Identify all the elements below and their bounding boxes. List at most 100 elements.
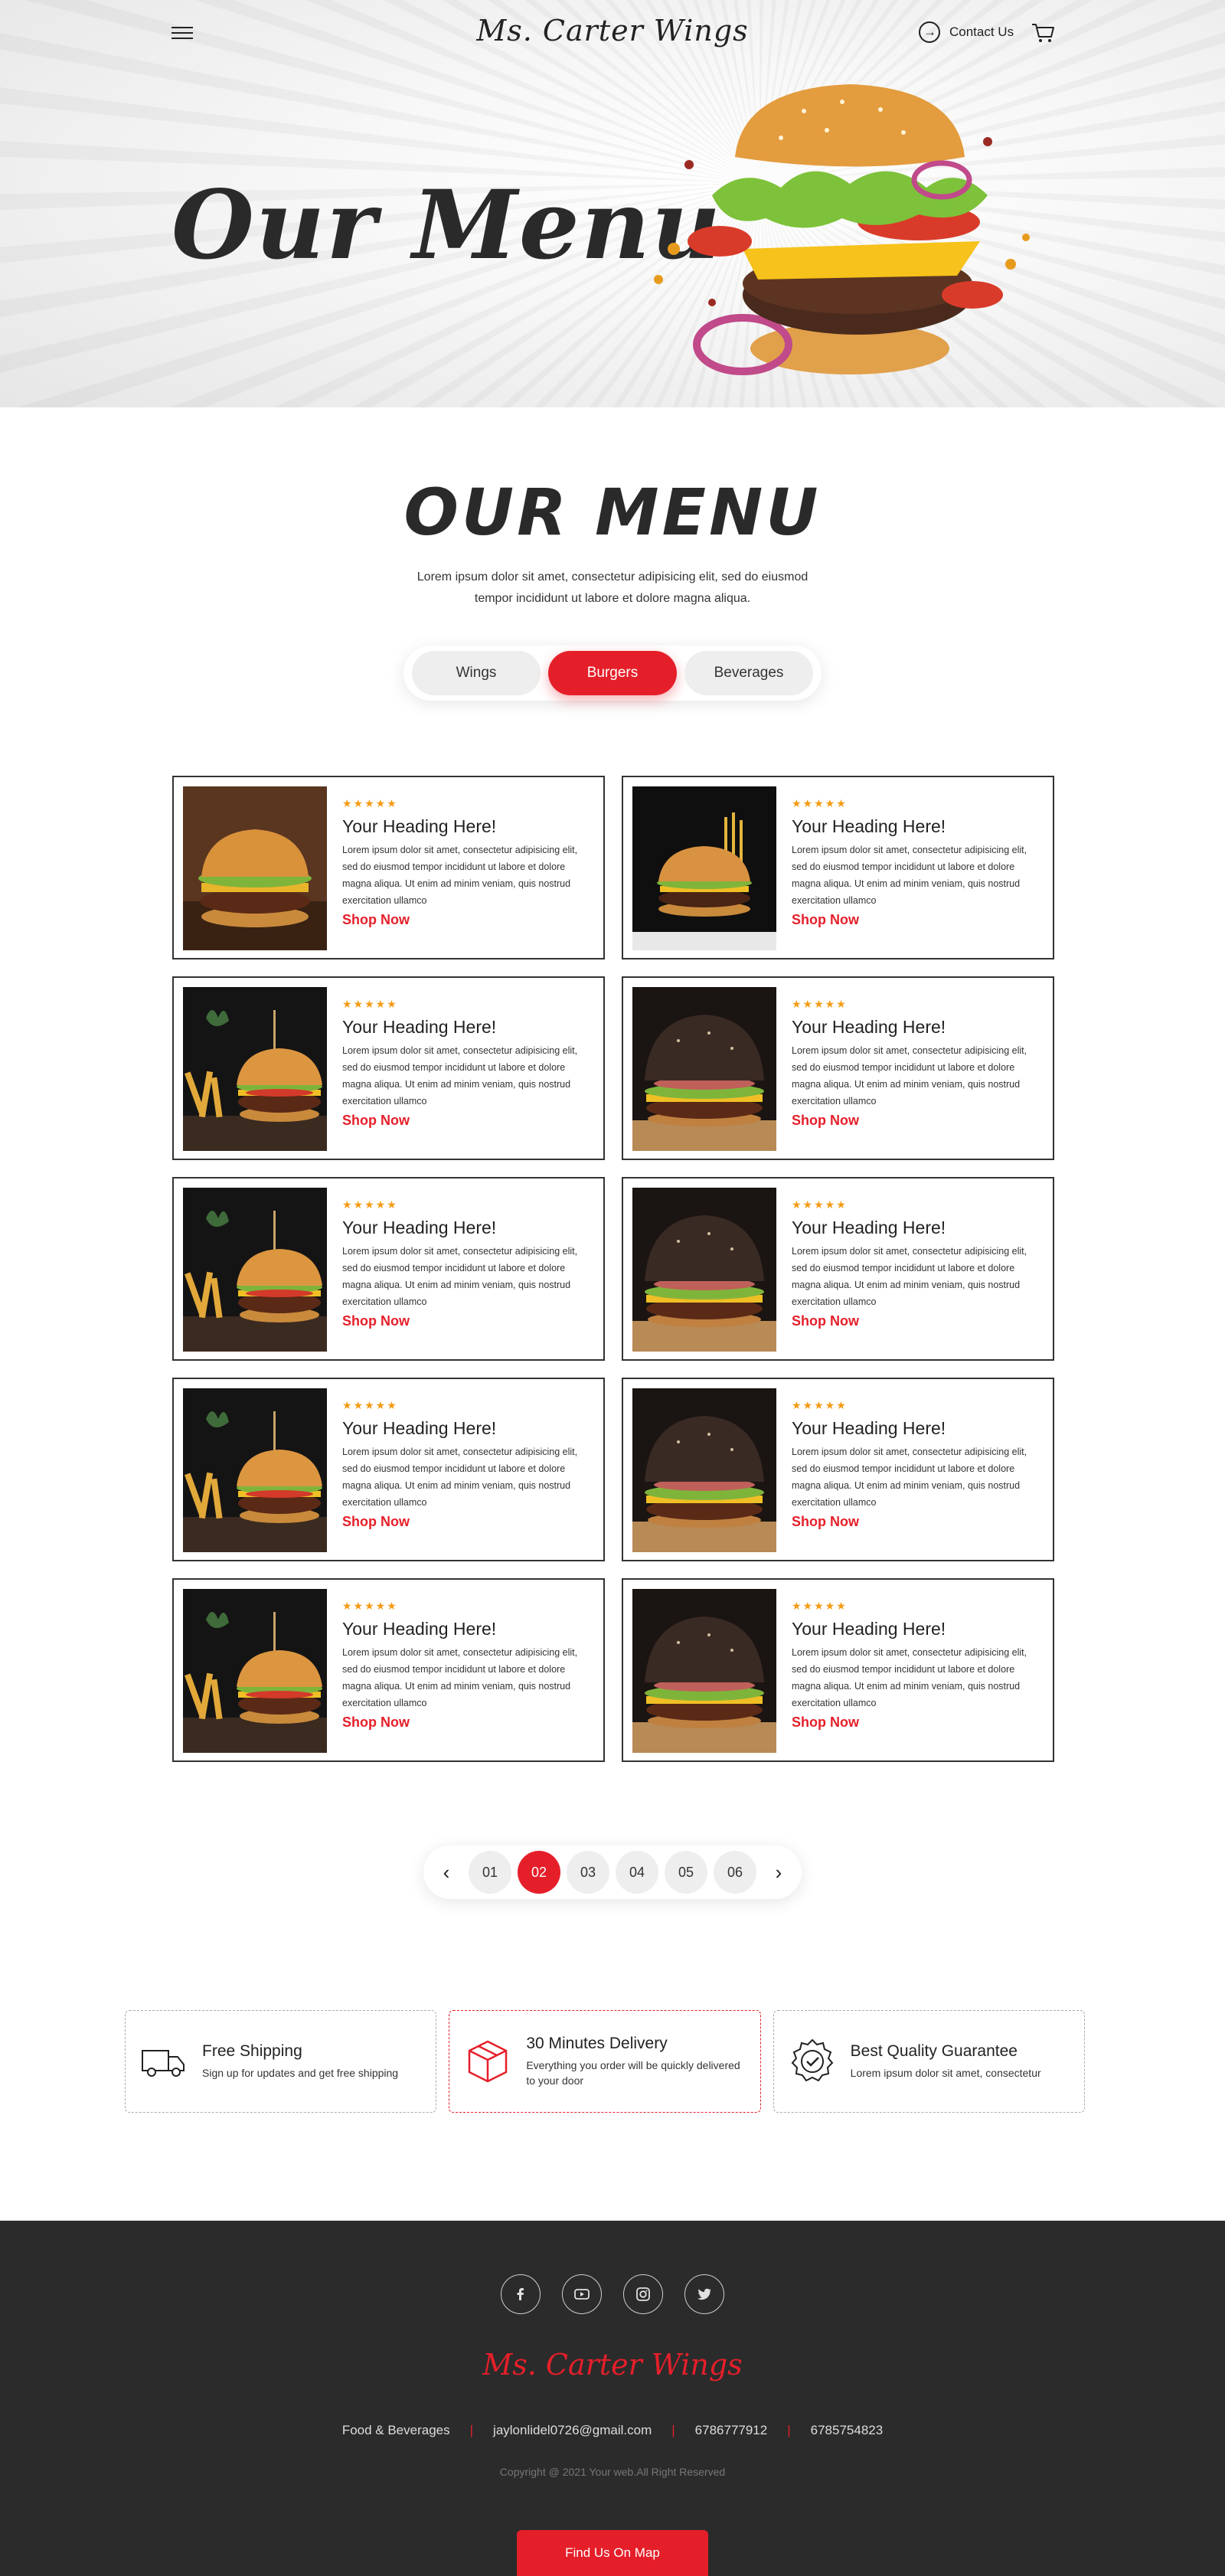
box-icon — [469, 2040, 508, 2083]
card-heading: Your Heading Here! — [342, 1619, 497, 1639]
feature-30-minutes-delivery: 30 Minutes Delivery Everything you order… — [449, 2010, 761, 2113]
separator: | — [469, 2423, 474, 2437]
page-button-04[interactable]: 04 — [616, 1851, 658, 1894]
top-nav: Ms. Carter Wings Contact Us — [0, 0, 1225, 69]
page-button-06[interactable]: 06 — [714, 1851, 756, 1894]
footer-logo[interactable]: Ms. Carter Wings — [0, 2348, 1225, 2381]
menu-card: ★★★★★ Your Heading Here! Lorem ipsum dolor… — [172, 776, 605, 959]
burger-photo-a[interactable] — [183, 786, 327, 950]
burger-photo-c[interactable] — [183, 1188, 327, 1352]
card-description: Lorem ipsum dolor sit amet, consectetur … — [342, 1647, 578, 1708]
footer-phone-2[interactable]: 6785754823 — [811, 2423, 884, 2438]
star-rating-icon: ★★★★★ — [342, 998, 398, 1010]
card-description: Lorem ipsum dolor sit amet, consectetur … — [342, 845, 578, 906]
cart-icon[interactable] — [1031, 20, 1057, 46]
star-rating-icon: ★★★★★ — [792, 797, 848, 809]
menu-grid: ★★★★★ Your Heading Here! Lorem ipsum dolor… — [172, 776, 1054, 1762]
shop-now-link[interactable]: Shop Now — [342, 1715, 410, 1731]
menu-card: ★★★★★ Your Heading Here! Lorem ipsum dolor… — [622, 1578, 1054, 1762]
next-page-chevron-right-icon[interactable]: › — [763, 1852, 795, 1892]
burger-photo-c[interactable] — [183, 1589, 327, 1753]
contact-us-link[interactable]: Contact Us — [919, 21, 1014, 43]
shop-now-link[interactable]: Shop Now — [342, 1113, 410, 1129]
footer-phone-1[interactable]: 6786777912 — [695, 2423, 768, 2438]
feature-description: Lorem ipsum dolor sit amet, consectetur — [850, 2067, 1041, 2079]
burger-photo-d[interactable] — [632, 1589, 776, 1753]
star-rating-icon: ★★★★★ — [342, 1399, 398, 1411]
card-heading: Your Heading Here! — [342, 1017, 497, 1037]
star-rating-icon: ★★★★★ — [792, 1600, 848, 1612]
card-body: ★★★★★ Your Heading Here! Lorem ipsum dolor… — [342, 1188, 594, 1350]
page-button-01[interactable]: 01 — [469, 1851, 511, 1894]
burger-photo-c[interactable] — [183, 1388, 327, 1552]
shop-now-link[interactable]: Shop Now — [342, 1514, 410, 1530]
tab-burgers[interactable]: Burgers — [548, 651, 677, 695]
menu-section-title: OUR MENU — [403, 475, 822, 550]
page-button-03[interactable]: 03 — [567, 1851, 609, 1894]
page-button-02[interactable]: 02 — [518, 1851, 560, 1894]
card-heading: Your Heading Here! — [792, 1218, 946, 1237]
feature-title: 30 Minutes Delivery — [526, 2035, 668, 2052]
pagination: ‹ 01 02 03 04 05 06 › — [423, 1845, 802, 1899]
twitter-icon[interactable] — [684, 2274, 724, 2314]
feature-description: Everything you order will be quickly del… — [526, 2059, 740, 2087]
card-body: ★★★★★ Your Heading Here! Lorem ipsum dolor… — [342, 1388, 594, 1551]
youtube-icon[interactable] — [562, 2274, 602, 2314]
burger-photo-d[interactable] — [632, 1388, 776, 1552]
footer-contacts: Food & Beverages | jaylonlidel0726@gmail… — [0, 2423, 1225, 2438]
facebook-icon[interactable] — [501, 2274, 541, 2314]
find-us-on-map-button[interactable]: Find Us On Map — [517, 2530, 708, 2576]
card-description: Lorem ipsum dolor sit amet, consectetur … — [792, 1647, 1027, 1708]
burger-photo-d[interactable] — [632, 987, 776, 1151]
separator: | — [671, 2423, 675, 2437]
card-body: ★★★★★ Your Heading Here! Lorem ipsum dolor… — [792, 1388, 1044, 1551]
shop-now-link[interactable]: Shop Now — [342, 1313, 410, 1329]
star-rating-icon: ★★★★★ — [342, 1600, 398, 1612]
shop-now-link[interactable]: Shop Now — [792, 1715, 859, 1731]
page-button-05[interactable]: 05 — [665, 1851, 707, 1894]
burger-photo-b[interactable] — [632, 786, 776, 950]
shop-now-link[interactable]: Shop Now — [342, 912, 410, 928]
instagram-icon[interactable] — [623, 2274, 663, 2314]
shop-now-link[interactable]: Shop Now — [792, 1313, 859, 1329]
feature-title: Free Shipping — [202, 2042, 302, 2060]
shop-now-link[interactable]: Shop Now — [792, 1514, 859, 1530]
separator: | — [787, 2423, 791, 2437]
card-heading: Your Heading Here! — [342, 1418, 497, 1438]
feature-best-quality-guarantee: Best Quality Guarantee Lorem ipsum dolor… — [773, 2010, 1085, 2113]
menu-card: ★★★★★ Your Heading Here! Lorem ipsum dolor… — [172, 1177, 605, 1361]
menu-card: ★★★★★ Your Heading Here! Lorem ipsum dolor… — [172, 1378, 605, 1561]
burger-photo-c[interactable] — [183, 987, 327, 1151]
card-heading: Your Heading Here! — [342, 1218, 497, 1237]
card-body: ★★★★★ Your Heading Here! Lorem ipsum dolor… — [792, 786, 1044, 949]
shop-now-link[interactable]: Shop Now — [792, 912, 859, 928]
star-rating-icon: ★★★★★ — [792, 1399, 848, 1411]
card-description: Lorem ipsum dolor sit amet, consectetur … — [342, 1246, 578, 1307]
card-body: ★★★★★ Your Heading Here! Lorem ipsum dolor… — [342, 987, 594, 1149]
tab-wings[interactable]: Wings — [412, 651, 541, 695]
tab-beverages[interactable]: Beverages — [684, 651, 813, 695]
star-rating-icon: ★★★★★ — [792, 998, 848, 1010]
menu-card: ★★★★★ Your Heading Here! Lorem ipsum dolor… — [622, 1378, 1054, 1561]
card-description: Lorem ipsum dolor sit amet, consectetur … — [342, 1447, 578, 1508]
footer-email[interactable]: jaylonlidel0726@gmail.com — [493, 2423, 652, 2438]
prev-page-chevron-left-icon[interactable]: ‹ — [430, 1852, 462, 1892]
card-heading: Your Heading Here! — [342, 816, 497, 836]
badge-icon — [791, 2038, 834, 2082]
card-description: Lorem ipsum dolor sit amet, consectetur … — [792, 845, 1027, 906]
menu-category-tabs: Wings Burgers Beverages — [403, 646, 822, 701]
shop-now-link[interactable]: Shop Now — [792, 1113, 859, 1129]
card-description: Lorem ipsum dolor sit amet, consectetur … — [342, 1045, 578, 1107]
card-heading: Your Heading Here! — [792, 1619, 946, 1639]
truck-icon — [142, 2050, 185, 2077]
card-body: ★★★★★ Your Heading Here! Lorem ipsum dolor… — [792, 1188, 1044, 1350]
star-rating-icon: ★★★★★ — [792, 1198, 848, 1211]
burger-photo-d[interactable] — [632, 1188, 776, 1352]
card-description: Lorem ipsum dolor sit amet, consectetur … — [792, 1045, 1027, 1107]
card-heading: Your Heading Here! — [792, 1017, 946, 1037]
social-links — [0, 2274, 1225, 2314]
card-body: ★★★★★ Your Heading Here! Lorem ipsum dolor… — [792, 1589, 1044, 1751]
footer-category: Food & Beverages — [341, 2423, 450, 2437]
star-rating-icon: ★★★★★ — [342, 797, 398, 809]
hero-banner: Ms. Carter Wings Contact Us Our Menu — [0, 0, 1225, 407]
